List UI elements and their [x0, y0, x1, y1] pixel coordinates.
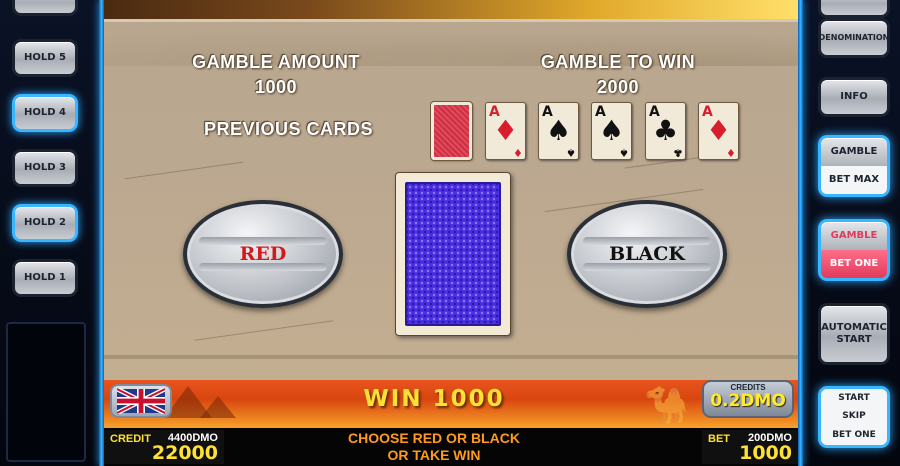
previous-card-ace-spades: A ♠ ♠ [538, 102, 579, 160]
hold-2-button[interactable]: HOLD 2 [12, 204, 78, 242]
left-panel: HOLD 5 HOLD 4 HOLD 3 HOLD 2 HOLD 1 [0, 0, 104, 466]
hold-5-button[interactable]: HOLD 5 [12, 39, 78, 77]
credits-value-box[interactable]: CREDITS 0.2DMO [702, 380, 794, 418]
side-display [6, 322, 86, 462]
status-bar: 🐪 WIN 1000 CREDITS 0.2DMO [104, 380, 798, 428]
previous-card-ace-diamonds: A ♦ ♦ [485, 102, 526, 160]
red-button-label: RED [239, 243, 287, 265]
instruction-line-2: OR TAKE WIN [387, 447, 481, 463]
bet-one-label: BET ONE [821, 250, 887, 278]
instruction-line-1: CHOOSE RED OR BLACK [348, 430, 520, 446]
spade-icon: ♠ [545, 114, 572, 147]
spade-icon: ♠ [598, 114, 625, 147]
red-button[interactable]: RED [183, 200, 343, 308]
top-left-button[interactable] [12, 0, 78, 16]
language-flag-button[interactable] [110, 384, 172, 418]
diamond-icon: ♦ [705, 114, 732, 147]
win-amount: WIN 1000 [363, 386, 505, 412]
skip-label: SKIP [821, 407, 887, 427]
ground-crack [124, 161, 244, 180]
previous-cards-label: PREVIOUS CARDS [204, 119, 374, 139]
card-corner-suit-icon: ♠ [619, 146, 629, 159]
gamble-card-face-down [395, 172, 511, 336]
hold-3-button[interactable]: HOLD 3 [12, 149, 78, 187]
bet-max-label: BET MAX [821, 166, 887, 194]
bet-big-value: 1000 [739, 442, 792, 464]
info-button[interactable]: INFO [818, 77, 890, 117]
black-button[interactable]: BLACK [567, 200, 727, 308]
right-panel: DENOMINATION INFO GAMBLE BET MAX GAMBLE … [798, 0, 900, 466]
card-back-pattern [405, 182, 501, 326]
gamble-to-win-value: 2000 [596, 77, 640, 97]
card-corner-suit-icon: ♦ [726, 146, 736, 159]
pyramid-artwork [200, 396, 236, 418]
camel-icon: 🐪 [644, 384, 689, 425]
instruction-text: CHOOSE RED OR BLACK OR TAKE WIN [284, 430, 584, 464]
previous-card-back [430, 101, 473, 161]
credit-label: CREDIT [110, 433, 151, 445]
denomination-button[interactable]: DENOMINATION [818, 18, 890, 58]
previous-card-ace-clubs: A ♣ ♣ [645, 102, 686, 160]
bet-display: BET 200DMO 1000 [702, 430, 798, 464]
credit-big-value: 22000 [151, 442, 218, 464]
gamble-bet-max-button[interactable]: GAMBLE BET MAX [818, 135, 890, 197]
footer-bar: CREDIT 4400DMO 22000 CHOOSE RED OR BLACK… [104, 428, 798, 466]
uk-flag-icon [117, 388, 165, 414]
hold-1-button[interactable]: HOLD 1 [12, 259, 78, 297]
start-label: START [821, 389, 887, 408]
black-button-label: BLACK [609, 243, 685, 265]
top-right-button[interactable] [818, 0, 890, 18]
bet-one-label: BET ONE [821, 426, 887, 445]
credit-display: CREDIT 4400DMO 22000 [104, 430, 224, 464]
credits-value: 0.2DMO [710, 391, 786, 411]
automatic-start-button[interactable]: AUTOMATIC START [818, 303, 890, 365]
bet-label: BET [708, 433, 730, 445]
diamond-icon: ♦ [492, 114, 519, 147]
previous-card-ace-diamonds: A ♦ ♦ [698, 102, 739, 160]
gamble-label: GAMBLE [830, 229, 878, 241]
gamble-stage: GAMBLE AMOUNT 1000 GAMBLE TO WIN 2000 PR… [104, 0, 798, 380]
gamble-to-win-label: GAMBLE TO WIN [540, 52, 696, 72]
gamble-amount-label: GAMBLE AMOUNT [192, 52, 360, 72]
top-artwork [104, 0, 798, 22]
start-skip-bet-one-button[interactable]: START SKIP BET ONE [818, 386, 890, 448]
ground-line [104, 355, 798, 359]
ground-crack [194, 320, 334, 341]
card-corner-suit-icon: ♣ [673, 146, 683, 159]
previous-card-ace-spades: A ♠ ♠ [591, 102, 632, 160]
hold-4-button[interactable]: HOLD 4 [12, 94, 78, 132]
card-corner-suit-icon: ♦ [513, 146, 523, 159]
gamble-amount-value: 1000 [254, 77, 298, 97]
gamble-bet-one-button[interactable]: GAMBLE BET ONE [818, 219, 890, 281]
gamble-label: GAMBLE [830, 145, 878, 157]
club-icon: ♣ [652, 114, 679, 147]
card-corner-suit-icon: ♠ [566, 146, 576, 159]
